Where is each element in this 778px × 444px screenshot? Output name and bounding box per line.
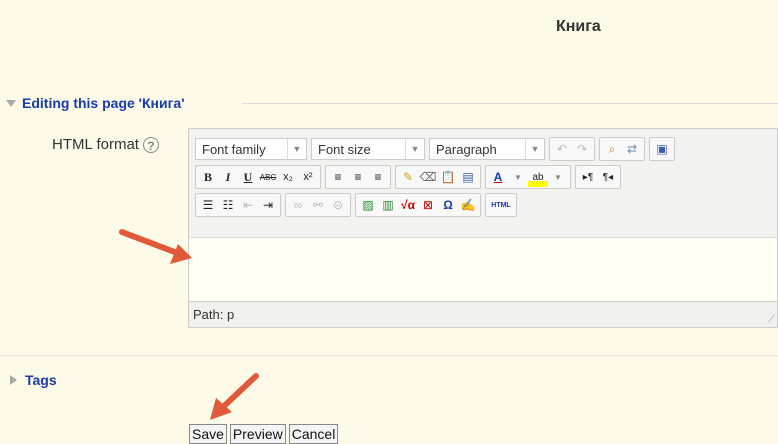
link-icon[interactable]: ∞: [288, 195, 308, 215]
color-group: A ▼ ab ▼: [485, 165, 571, 189]
anchor-icon[interactable]: ⊝: [328, 195, 348, 215]
numbered-list-icon[interactable]: ☷: [218, 195, 238, 215]
paste-word-icon[interactable]: ▤: [458, 167, 478, 187]
preview-button[interactable]: Preview: [229, 424, 286, 444]
chevron-down-icon: ▼: [525, 139, 544, 159]
paste-text-icon[interactable]: 📋: [438, 167, 458, 187]
collapse-triangle-icon: [6, 99, 16, 107]
form-buttons: Save Preview Cancel: [189, 424, 341, 444]
help-icon[interactable]: ?: [142, 136, 159, 153]
fullscreen-icon[interactable]: ▣: [652, 139, 672, 159]
editor-content-area[interactable]: [189, 237, 777, 302]
field-label-text: HTML format: [52, 136, 139, 153]
edit-table-icon[interactable]: ✍: [458, 195, 478, 215]
align-left-icon[interactable]: ≡: [328, 167, 348, 187]
annotation-arrow-icon: [119, 229, 192, 264]
eraser-icon[interactable]: ⌫: [418, 167, 438, 187]
font-size-label: Font size: [318, 141, 371, 157]
toolbar-row-2: B I U ABC x₂ x² ≡ ≡ ≡ ✎ ⌫ 📋 ▤ A ▼ ab ▼ ▸…: [195, 165, 625, 189]
nolink-icon[interactable]: ⊠: [418, 195, 438, 215]
link-group: ∞ ⚯ ⊝: [285, 193, 351, 217]
editing-section-toggle[interactable]: Editing this page 'Книга': [6, 93, 185, 113]
cancel-button[interactable]: Cancel: [288, 424, 339, 444]
outdent-icon[interactable]: ⇤: [238, 195, 258, 215]
find-group: ⌕ ⇄: [599, 137, 645, 161]
align-group: ≡ ≡ ≡: [325, 165, 391, 189]
chevron-down-icon: ▼: [405, 139, 424, 159]
editor-statusbar: Path: p ⟋: [189, 301, 777, 327]
align-center-icon[interactable]: ≡: [348, 167, 368, 187]
align-right-icon[interactable]: ≡: [368, 167, 388, 187]
editor-path: Path: p: [193, 307, 235, 322]
resize-handle-icon[interactable]: ⟋: [768, 314, 775, 325]
paragraph-select[interactable]: Paragraph ▼: [429, 138, 545, 160]
font-family-select[interactable]: Font family ▼: [195, 138, 307, 160]
html-group: HTML: [485, 193, 517, 217]
bold-icon[interactable]: B: [198, 167, 218, 187]
html-source-icon[interactable]: HTML: [488, 195, 514, 215]
clipboard-group: ✎ ⌫ 📋 ▤: [395, 165, 481, 189]
background-color-icon[interactable]: ab: [528, 167, 548, 187]
italic-icon[interactable]: I: [218, 167, 238, 187]
find-icon[interactable]: ⌕: [602, 139, 622, 159]
underline-icon[interactable]: U: [238, 167, 258, 187]
omega-icon[interactable]: Ω: [438, 195, 458, 215]
undo-redo-group: ↶ ↷: [549, 137, 595, 161]
page-title: Книга: [556, 18, 601, 35]
media-icon[interactable]: ▥: [378, 195, 398, 215]
superscript-icon[interactable]: x²: [298, 167, 318, 187]
fullscreen-group: ▣: [649, 137, 675, 161]
toolbar-row-1: Font family ▼ Font size ▼ Paragraph ▼ ↶ …: [195, 137, 679, 161]
equation-icon[interactable]: √α: [398, 195, 418, 215]
strikethrough-icon[interactable]: ABC: [258, 167, 278, 187]
font-size-select[interactable]: Font size ▼: [311, 138, 425, 160]
tags-section-toggle[interactable]: Tags: [10, 372, 57, 388]
ltr-icon[interactable]: ▸¶: [578, 167, 598, 187]
subscript-icon[interactable]: x₂: [278, 167, 298, 187]
insert-group: ▨ ▥ √α ⊠ Ω ✍: [355, 193, 481, 217]
indent-icon[interactable]: ⇥: [258, 195, 278, 215]
paragraph-label: Paragraph: [436, 141, 497, 157]
text-color-icon[interactable]: A: [488, 167, 508, 187]
redo-icon[interactable]: ↷: [572, 139, 592, 159]
chevron-down-icon[interactable]: ▼: [508, 167, 528, 187]
bullet-list-icon[interactable]: ☰: [198, 195, 218, 215]
rtl-icon[interactable]: ¶◂: [598, 167, 618, 187]
direction-group: ▸¶ ¶◂: [575, 165, 621, 189]
html-format-label: HTML format ?: [52, 136, 159, 153]
chevron-down-icon[interactable]: ▼: [548, 167, 568, 187]
font-family-label: Font family: [202, 141, 266, 157]
save-button[interactable]: Save: [189, 424, 227, 444]
format-group: B I U ABC x₂ x²: [195, 165, 321, 189]
annotation-arrow-icon: [210, 373, 259, 420]
tags-legend: Tags: [25, 372, 57, 388]
html-editor: Font family ▼ Font size ▼ Paragraph ▼ ↶ …: [188, 128, 778, 328]
replace-icon[interactable]: ⇄: [622, 139, 642, 159]
expand-triangle-icon: [10, 375, 17, 385]
cleanup-icon[interactable]: ✎: [398, 167, 418, 187]
legend-divider: [242, 103, 778, 104]
image-icon[interactable]: ▨: [358, 195, 378, 215]
chevron-down-icon: ▼: [287, 139, 306, 159]
list-group: ☰ ☷ ⇤ ⇥: [195, 193, 281, 217]
unlink-icon[interactable]: ⚯: [308, 195, 328, 215]
toolbar-row-3: ☰ ☷ ⇤ ⇥ ∞ ⚯ ⊝ ▨ ▥ √α ⊠ Ω ✍ HTML: [195, 193, 521, 217]
section-divider: [0, 355, 778, 356]
editing-section-legend: Editing this page 'Книга': [22, 95, 185, 111]
undo-icon[interactable]: ↶: [552, 139, 572, 159]
